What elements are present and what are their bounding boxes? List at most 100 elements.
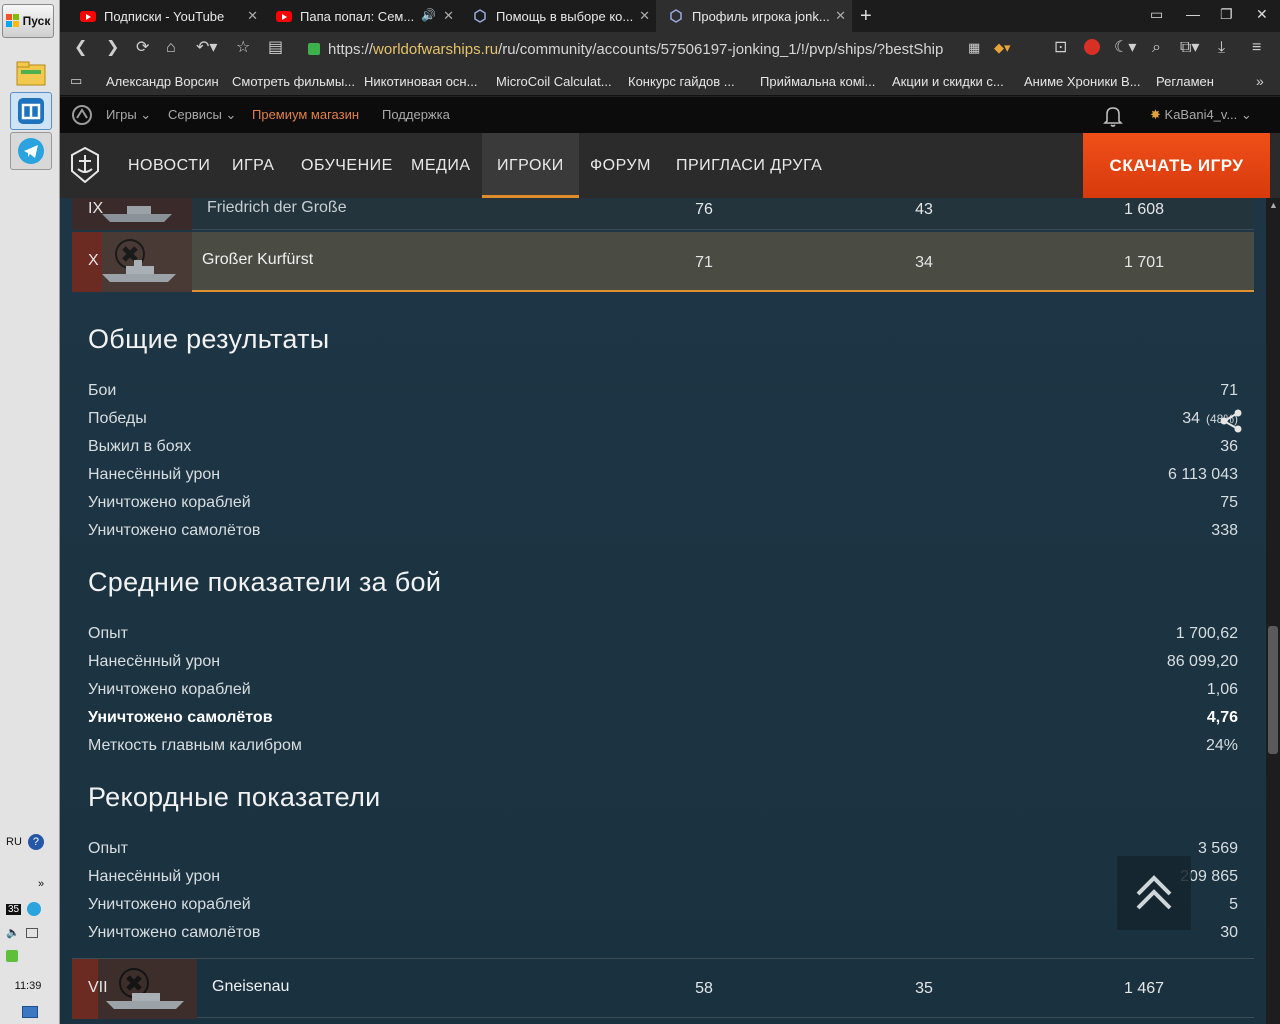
- tray-badge[interactable]: 35: [6, 903, 22, 915]
- scroll-to-top-button[interactable]: [1117, 856, 1191, 930]
- bookmark-item[interactable]: Конкурс гайдов ...: [628, 74, 752, 89]
- forward-icon[interactable]: ❯: [106, 39, 119, 57]
- start-label: Пуск: [22, 14, 51, 28]
- app-tray-icon[interactable]: [6, 950, 18, 962]
- help-icon[interactable]: ?: [27, 834, 44, 850]
- back-icon[interactable]: ❮: [74, 39, 87, 57]
- telegram-tray-icon[interactable]: [27, 902, 42, 916]
- download-icon[interactable]: ⤓: [1218, 39, 1225, 57]
- stat-value: 34: [1182, 410, 1200, 427]
- premium-shop-link[interactable]: Премиум магазин: [252, 107, 359, 122]
- ship-row-prev[interactable]: IX Friedrich der Große 76 43 1 608: [72, 198, 1254, 230]
- navigation-bar: ❮ ❯ ⟳ ⌂ ↶▾ ☆ ▤ https:// worldofwarships.…: [60, 32, 1280, 66]
- bell-icon[interactable]: [1103, 105, 1123, 127]
- sidebar-toggle-icon[interactable]: ▭: [70, 72, 82, 90]
- page-scrollbar[interactable]: ▲: [1266, 198, 1280, 1024]
- taskbar-maxthon[interactable]: [10, 92, 52, 130]
- restore-icon[interactable]: ❐: [1220, 6, 1233, 23]
- stat-value: 1,06: [1206, 681, 1238, 698]
- network-icon[interactable]: [25, 927, 38, 938]
- adblock-icon[interactable]: [1084, 39, 1100, 60]
- taskbar-telegram[interactable]: [10, 132, 52, 170]
- reload-icon[interactable]: ⟳: [136, 39, 149, 57]
- double-chevron-up-icon: [1136, 875, 1172, 910]
- services-menu[interactable]: Сервисы ⌄: [168, 107, 236, 123]
- download-game-button[interactable]: СКАЧАТЬ ИГРУ: [1083, 133, 1270, 198]
- tab-title: Папа попал: Сем...: [300, 8, 415, 24]
- games-label: Игры: [106, 107, 137, 122]
- start-button[interactable]: Пуск: [2, 4, 54, 38]
- stat-value: 3 569: [1197, 840, 1238, 857]
- show-desktop-icon[interactable]: [22, 1006, 38, 1018]
- qr-code-icon[interactable]: ▦: [968, 39, 980, 57]
- wargaming-logo-icon[interactable]: [72, 105, 92, 125]
- avg-damage: Нанесённый урон 86 099,20: [88, 649, 1238, 677]
- nav-invite-friend[interactable]: ПРИГЛАСИ ДРУГА: [676, 133, 822, 198]
- ship-wins: 43: [915, 201, 933, 218]
- undo-close-icon[interactable]: ↶▾: [196, 39, 217, 57]
- bookmark-item[interactable]: MicroCoil Calculat...: [496, 74, 620, 89]
- wows-icon: [472, 8, 488, 24]
- nav-learning[interactable]: ОБУЧЕНИЕ: [301, 133, 393, 198]
- bookmark-item[interactable]: Никотиновая осн...: [364, 74, 488, 89]
- chevron-down-icon: ⌄: [1240, 107, 1252, 122]
- tab-youtube-subscriptions[interactable]: Подписки - YouTube ✕: [68, 0, 264, 32]
- rec-exp: Опыт 3 569: [88, 836, 1238, 864]
- tab-youtube-video[interactable]: Папа попал: Сем... 🔊 ✕: [264, 0, 460, 32]
- taskbar-file-manager[interactable]: [10, 54, 52, 92]
- taskbar: Пуск RU ? » 35 🔈 11:39: [0, 0, 60, 1024]
- close-window-icon[interactable]: ✕: [1256, 6, 1268, 23]
- clock[interactable]: 11:39: [4, 980, 52, 992]
- nav-forum[interactable]: ФОРУМ: [590, 133, 651, 198]
- favorite-star-icon[interactable]: ☆: [236, 39, 250, 57]
- wows-logo-icon[interactable]: [70, 147, 100, 183]
- user-menu[interactable]: ✸ KaBani4_v... ⌄: [1150, 107, 1252, 123]
- close-tab-icon[interactable]: ✕: [443, 8, 454, 24]
- ship-avg-exp: 1 608: [1123, 201, 1165, 218]
- ship-row-next[interactable]: VII Gneisenau 58 35 1 467: [72, 958, 1254, 1019]
- language-indicator[interactable]: RU: [6, 836, 22, 848]
- bookmarks-overflow-icon[interactable]: »: [1256, 72, 1264, 90]
- services-label: Сервисы: [168, 107, 222, 122]
- night-mode-icon[interactable]: ☾▾: [1114, 39, 1136, 57]
- ship-row-selected[interactable]: X Großer Kurfürst 71 34 1 701: [72, 232, 1254, 292]
- youtube-icon: [276, 8, 292, 24]
- volume-icon[interactable]: 🔈: [6, 926, 20, 939]
- bookmark-item[interactable]: Аниме Хроники В...: [1024, 74, 1148, 89]
- toolbox-icon[interactable]: ⊡: [1054, 39, 1067, 57]
- bookmark-item[interactable]: Регламен: [1156, 74, 1228, 89]
- tab-player-profile[interactable]: Профиль игрока jonk... ✕: [656, 0, 852, 32]
- nav-game[interactable]: ИГРА: [232, 133, 274, 198]
- tray-expand-icon[interactable]: »: [38, 878, 44, 890]
- bookmark-item[interactable]: Смотреть фильмы...: [232, 74, 356, 89]
- stat-label: Победы: [88, 410, 147, 427]
- address-bar[interactable]: https:// worldofwarships.ru /ru/communit…: [308, 37, 968, 61]
- minimize-icon[interactable]: —: [1186, 6, 1200, 22]
- audio-playing-icon[interactable]: 🔊: [421, 8, 436, 22]
- close-tab-icon[interactable]: ✕: [639, 8, 650, 24]
- home-icon[interactable]: ⌂: [166, 39, 176, 57]
- stat-label: Уничтожено кораблей: [88, 494, 251, 511]
- stat-value: 36: [1220, 438, 1238, 455]
- tab-help-choice[interactable]: Помощь в выборе ко... ✕: [460, 0, 656, 32]
- nav-news[interactable]: НОВОСТИ: [128, 133, 210, 198]
- close-tab-icon[interactable]: ✕: [247, 8, 258, 24]
- extension-icon[interactable]: ◆▾: [994, 39, 1011, 57]
- bookmark-item[interactable]: Акции и скидки с...: [892, 74, 1016, 89]
- nav-players[interactable]: ИГРОКИ: [482, 133, 579, 198]
- search-icon[interactable]: ⌕: [1152, 39, 1161, 57]
- bookmark-item[interactable]: Приймальна комі...: [760, 74, 884, 89]
- nav-media[interactable]: МЕДИА: [411, 133, 471, 198]
- scrollbar-thumb[interactable]: [1268, 626, 1278, 754]
- close-tab-icon[interactable]: ✕: [835, 8, 846, 24]
- new-tab-button[interactable]: +: [860, 6, 872, 26]
- tab-list-icon[interactable]: ▭: [1150, 6, 1163, 23]
- games-menu[interactable]: Игры ⌄: [106, 107, 151, 123]
- support-link[interactable]: Поддержка: [382, 107, 450, 122]
- reader-icon[interactable]: ▤: [268, 39, 283, 57]
- bookmark-item[interactable]: Александр Ворсин: [106, 74, 224, 89]
- screenshot-icon[interactable]: ⧉▾: [1180, 39, 1199, 57]
- scroll-up-arrow-icon[interactable]: ▲: [1269, 200, 1278, 210]
- menu-icon[interactable]: ≡: [1252, 39, 1261, 57]
- share-icon[interactable]: [1218, 408, 1244, 434]
